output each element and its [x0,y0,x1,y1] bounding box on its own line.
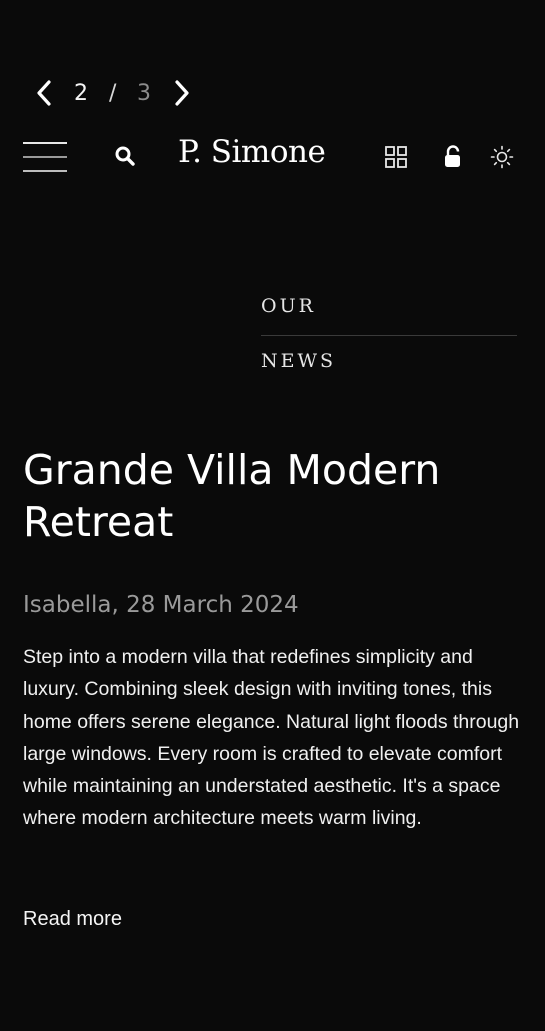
lock-icon [445,145,460,167]
site-header: P. Simone [0,130,545,182]
theme-toggle-button[interactable] [489,144,515,170]
section-heading-line-1: OUR [261,295,316,317]
chevron-left-icon [37,80,51,106]
section-heading-line-2: NEWS [261,350,337,372]
chevron-right-icon [175,80,189,106]
current-page: 2 [74,80,88,106]
section-divider [261,335,517,336]
site-logo[interactable]: P. Simone [178,134,326,170]
search-icon [115,146,135,166]
menu-icon-line [23,156,67,158]
menu-button[interactable] [23,136,69,176]
menu-icon-line [23,142,67,144]
sun-icon [490,145,514,169]
article-meta: Isabella, 28 March 2024 [23,592,299,618]
article-body: Step into a modern villa that redefines … [23,646,520,830]
grid-icon [385,146,407,168]
page-separator: / [109,80,117,106]
search-button[interactable] [113,144,137,168]
menu-icon-line [23,170,67,172]
pagination: 2 / 3 [33,76,193,110]
grid-view-button[interactable] [384,144,410,170]
total-pages: 3 [137,80,151,106]
article-title: Grande Villa Modern Retreat [23,446,441,546]
read-more-link[interactable]: Read more [23,908,122,931]
login-button[interactable] [440,144,466,170]
prev-page-button[interactable] [33,76,55,110]
next-page-button[interactable] [171,76,193,110]
section-heading: OUR NEWS [261,290,517,372]
